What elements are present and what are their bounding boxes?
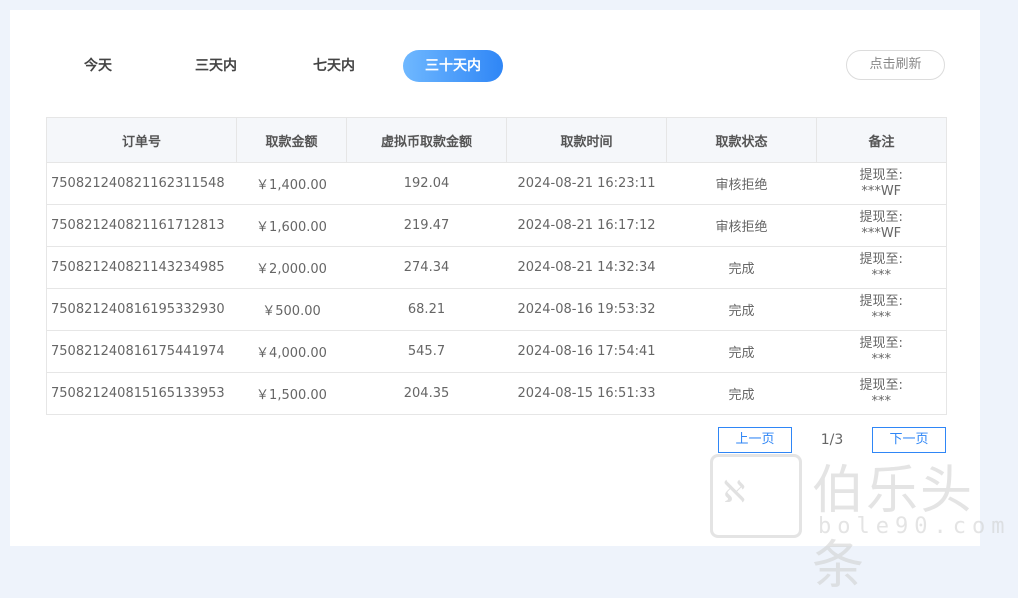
header-crypto-amount: 虚拟币取款金额 [346, 117, 507, 163]
order-no-cell: 750821240816175441974 [46, 330, 237, 373]
header-order-no: 订单号 [46, 117, 237, 163]
note-account: ***WF [861, 183, 902, 199]
table-row: 750821240821161712813 ￥1,600.00 219.47 2… [46, 204, 947, 247]
refresh-button[interactable]: 点击刷新 [846, 50, 945, 80]
header-note: 备注 [816, 117, 947, 163]
status-cell: 完成 [666, 288, 817, 331]
note-cell: 提现至: *** [816, 372, 947, 415]
crypto-amount-cell: 219.47 [346, 204, 507, 247]
note-label: 提现至: [859, 335, 903, 351]
time-cell: 2024-08-16 19:53:32 [506, 288, 667, 331]
crypto-amount-cell: 545.7 [346, 330, 507, 373]
crypto-amount-cell: 192.04 [346, 162, 507, 205]
note-label: 提现至: [859, 209, 903, 225]
amount-cell: ￥4,000.00 [236, 330, 347, 373]
amount-cell: ￥1,400.00 [236, 162, 347, 205]
crypto-amount-cell: 68.21 [346, 288, 507, 331]
amount-cell: ￥500.00 [236, 288, 347, 331]
tab-three-days[interactable]: 三天内 [166, 50, 266, 82]
order-no-cell: 750821240816195332930 [46, 288, 237, 331]
status-cell: 完成 [666, 330, 817, 373]
status-cell: 审核拒绝 [666, 162, 817, 205]
note-account: ***WF [861, 225, 902, 241]
note-cell: 提现至: ***WF [816, 162, 947, 205]
order-no-cell: 750821240821162311548 [46, 162, 237, 205]
table-row: 750821240816195332930 ￥500.00 68.21 2024… [46, 288, 947, 331]
table-row: 750821240821162311548 ￥1,400.00 192.04 2… [46, 162, 947, 205]
table-row: 750821240815165133953 ￥1,500.00 204.35 2… [46, 372, 947, 415]
note-cell: 提现至: *** [816, 288, 947, 331]
table-header-row: 订单号 取款金额 虚拟币取款金额 取款时间 取款状态 备注 [46, 117, 947, 163]
status-cell: 审核拒绝 [666, 204, 817, 247]
status-cell: 完成 [666, 246, 817, 289]
crypto-amount-cell: 204.35 [346, 372, 507, 415]
tab-today[interactable]: 今天 [48, 50, 148, 82]
tab-seven-days[interactable]: 七天内 [284, 50, 384, 82]
note-cell: 提现至: *** [816, 246, 947, 289]
order-no-cell: 750821240821161712813 [46, 204, 237, 247]
note-label: 提现至: [859, 377, 903, 393]
amount-cell: ￥1,500.00 [236, 372, 347, 415]
page-indicator: 1/3 [820, 432, 844, 448]
withdrawal-table: 订单号 取款金额 虚拟币取款金额 取款时间 取款状态 备注 7508212408… [46, 117, 947, 415]
note-label: 提现至: [859, 251, 903, 267]
note-account: *** [871, 267, 892, 283]
table-row: 750821240821143234985 ￥2,000.00 274.34 2… [46, 246, 947, 289]
note-account: *** [871, 351, 892, 367]
note-account: *** [871, 393, 892, 409]
header-time: 取款时间 [506, 117, 667, 163]
note-account: *** [871, 309, 892, 325]
time-cell: 2024-08-16 17:54:41 [506, 330, 667, 373]
next-page-button[interactable]: 下一页 [872, 427, 946, 453]
time-cell: 2024-08-21 16:17:12 [506, 204, 667, 247]
time-cell: 2024-08-15 16:51:33 [506, 372, 667, 415]
note-cell: 提现至: *** [816, 330, 947, 373]
time-cell: 2024-08-21 16:23:11 [506, 162, 667, 205]
amount-cell: ￥2,000.00 [236, 246, 347, 289]
header-status: 取款状态 [666, 117, 817, 163]
tab-thirty-days[interactable]: 三十天内 [403, 50, 503, 82]
note-label: 提现至: [859, 293, 903, 309]
amount-cell: ￥1,600.00 [236, 204, 347, 247]
prev-page-button[interactable]: 上一页 [718, 427, 792, 453]
status-cell: 完成 [666, 372, 817, 415]
header-amount: 取款金额 [236, 117, 347, 163]
table-row: 750821240816175441974 ￥4,000.00 545.7 20… [46, 330, 947, 373]
note-label: 提现至: [859, 167, 903, 183]
order-no-cell: 750821240815165133953 [46, 372, 237, 415]
order-no-cell: 750821240821143234985 [46, 246, 237, 289]
note-cell: 提现至: ***WF [816, 204, 947, 247]
crypto-amount-cell: 274.34 [346, 246, 507, 289]
time-cell: 2024-08-21 14:32:34 [506, 246, 667, 289]
